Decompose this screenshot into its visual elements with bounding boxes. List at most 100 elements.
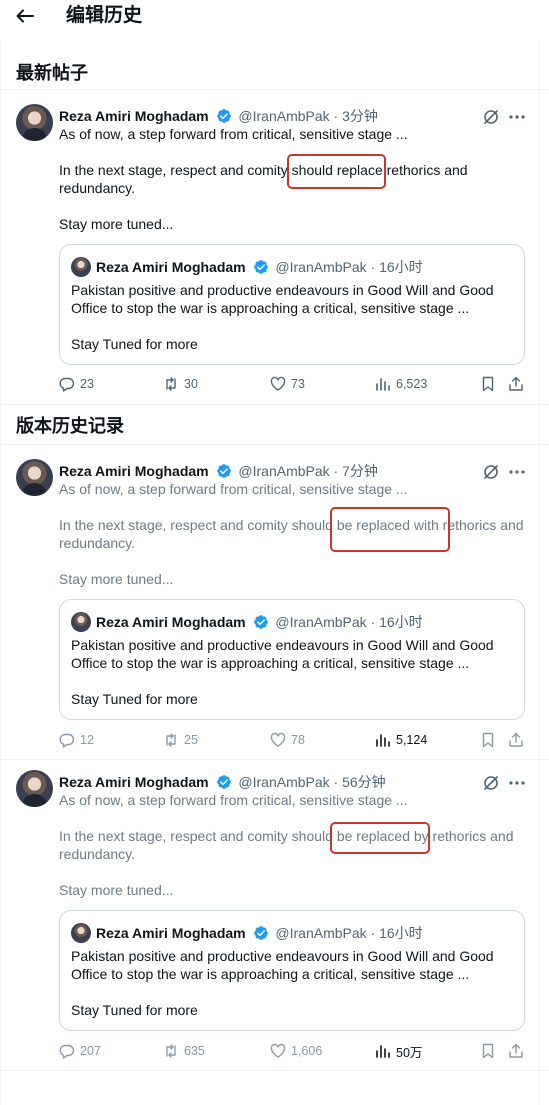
post-icons xyxy=(482,774,530,792)
views-icon xyxy=(376,378,390,391)
post-text-line-1: As of now, a step forward from critical,… xyxy=(59,126,408,142)
bookmark-button[interactable] xyxy=(480,374,496,394)
divider xyxy=(0,404,549,405)
more-options-icon[interactable] xyxy=(508,463,526,481)
author-handle[interactable]: @IranAmbPak xyxy=(238,774,329,790)
quoted-post[interactable]: Reza Amiri Moghadam @IranAmbPak · 16小时 P… xyxy=(59,244,525,365)
bookmark-icon xyxy=(482,376,494,392)
post-time[interactable]: 7分钟 xyxy=(342,463,378,479)
author-name[interactable]: Reza Amiri Moghadam xyxy=(59,774,209,790)
share-icon xyxy=(509,732,523,747)
post-text-line-3: Stay more tuned... xyxy=(59,882,174,898)
quote-author-name: Reza Amiri Moghadam xyxy=(96,259,246,275)
share-button[interactable] xyxy=(508,374,524,394)
bookmark-button[interactable] xyxy=(480,1041,496,1061)
views-button[interactable]: 6,523 xyxy=(375,374,427,394)
quote-more: Stay Tuned for more xyxy=(71,336,198,352)
post-time[interactable]: 3分钟 xyxy=(342,108,378,124)
quote-more: Stay Tuned for more xyxy=(71,1002,198,1018)
post-actions: 23 30 73 6,523 xyxy=(59,374,529,394)
author-name[interactable]: Reza Amiri Moghadam xyxy=(59,108,209,124)
verified-badge-icon xyxy=(253,260,268,274)
verified-badge-icon xyxy=(216,109,231,123)
quoted-post[interactable]: Reza Amiri Moghadam @IranAmbPak · 16小时 P… xyxy=(59,910,525,1031)
verified-badge-icon xyxy=(216,775,231,789)
more-options-icon[interactable] xyxy=(508,108,526,126)
views-icon xyxy=(376,734,390,747)
verified-badge-icon xyxy=(216,464,231,478)
repost-count: 30 xyxy=(184,377,198,391)
like-button[interactable]: 1,606 xyxy=(270,1041,322,1061)
quoted-post[interactable]: Reza Amiri Moghadam @IranAmbPak · 16小时 P… xyxy=(59,599,525,720)
repost-button[interactable]: 25 xyxy=(163,730,198,750)
divider xyxy=(0,1070,549,1071)
post-author-line: Reza Amiri Moghadam @IranAmbPak · 3分钟 xyxy=(59,107,378,125)
author-handle[interactable]: @IranAmbPak xyxy=(238,108,329,124)
views-button[interactable]: 50万 xyxy=(375,1041,422,1061)
share-button[interactable] xyxy=(508,1041,524,1061)
post-text-line-3: Stay more tuned... xyxy=(59,216,174,232)
divider xyxy=(0,444,549,445)
column-border-right xyxy=(539,40,540,1105)
page-title: 编辑历史 xyxy=(66,5,143,26)
post-icons xyxy=(482,463,530,481)
quote-author-handle: @IranAmbPak xyxy=(275,925,367,941)
more-options-icon[interactable] xyxy=(508,774,526,792)
reply-button[interactable]: 12 xyxy=(59,730,94,750)
grok-icon[interactable] xyxy=(482,774,500,792)
like-button[interactable]: 73 xyxy=(270,374,305,394)
back-arrow-icon[interactable] xyxy=(16,9,34,23)
quote-more: Stay Tuned for more xyxy=(71,691,198,707)
avatar[interactable] xyxy=(16,770,53,807)
quote-author-line: Reza Amiri Moghadam @IranAmbPak · 16小时 xyxy=(96,258,423,276)
avatar[interactable] xyxy=(16,104,53,141)
separator-dot: · xyxy=(333,463,339,479)
post-text-line-3: Stay more tuned... xyxy=(59,571,174,587)
author-name[interactable]: Reza Amiri Moghadam xyxy=(59,463,209,479)
verified-badge-icon xyxy=(253,615,268,629)
post-text-line-2: In the next stage, respect and comity sh… xyxy=(59,517,524,551)
quote-author-line: Reza Amiri Moghadam @IranAmbPak · 16小时 xyxy=(96,613,423,631)
like-count: 78 xyxy=(291,733,305,747)
views-button[interactable]: 5,124 xyxy=(375,730,427,750)
section-title-history: 版本历史记录 xyxy=(16,416,124,436)
separator-dot: · xyxy=(370,614,376,630)
reply-count: 12 xyxy=(80,733,94,747)
share-button[interactable] xyxy=(508,730,524,750)
grok-icon[interactable] xyxy=(482,108,500,126)
reply-count: 23 xyxy=(80,377,94,391)
repost-count: 635 xyxy=(184,1044,205,1058)
repost-icon xyxy=(166,377,176,391)
repost-count: 25 xyxy=(184,733,198,747)
avatar[interactable] xyxy=(16,459,53,496)
quote-avatar xyxy=(71,257,91,277)
like-button[interactable]: 78 xyxy=(270,730,305,750)
view-count: 6,523 xyxy=(396,377,428,391)
views-icon xyxy=(376,1045,390,1058)
author-handle[interactable]: @IranAmbPak xyxy=(238,463,329,479)
post-author-line: Reza Amiri Moghadam @IranAmbPak · 7分钟 xyxy=(59,462,378,480)
bookmark-button[interactable] xyxy=(480,730,496,750)
repost-button[interactable]: 30 xyxy=(163,374,198,394)
reply-button[interactable]: 207 xyxy=(59,1041,101,1061)
view-count: 50万 xyxy=(396,1045,423,1060)
repost-button[interactable]: 635 xyxy=(163,1041,205,1061)
like-count: 73 xyxy=(291,377,305,391)
separator-dot: · xyxy=(333,108,339,124)
post-author-line: Reza Amiri Moghadam @IranAmbPak · 56分钟 xyxy=(59,773,386,791)
repost-icon xyxy=(166,733,176,747)
share-icon xyxy=(509,1043,523,1058)
quote-time: 16小时 xyxy=(379,614,423,630)
repost-icon xyxy=(166,1044,176,1058)
grok-icon[interactable] xyxy=(482,463,500,481)
quote-author-name: Reza Amiri Moghadam xyxy=(96,925,246,941)
bookmark-icon xyxy=(482,732,494,748)
view-count: 5,124 xyxy=(396,733,428,747)
reply-button[interactable]: 23 xyxy=(59,374,94,394)
quote-text: Pakistan positive and productive endeavo… xyxy=(71,282,494,316)
post-time[interactable]: 56分钟 xyxy=(342,774,386,790)
heart-icon xyxy=(270,1043,286,1058)
top-bar: 编辑历史 xyxy=(0,0,549,34)
post-text-line-2: In the next stage, respect and comity sh… xyxy=(59,828,514,862)
quote-time: 16小时 xyxy=(379,259,423,275)
